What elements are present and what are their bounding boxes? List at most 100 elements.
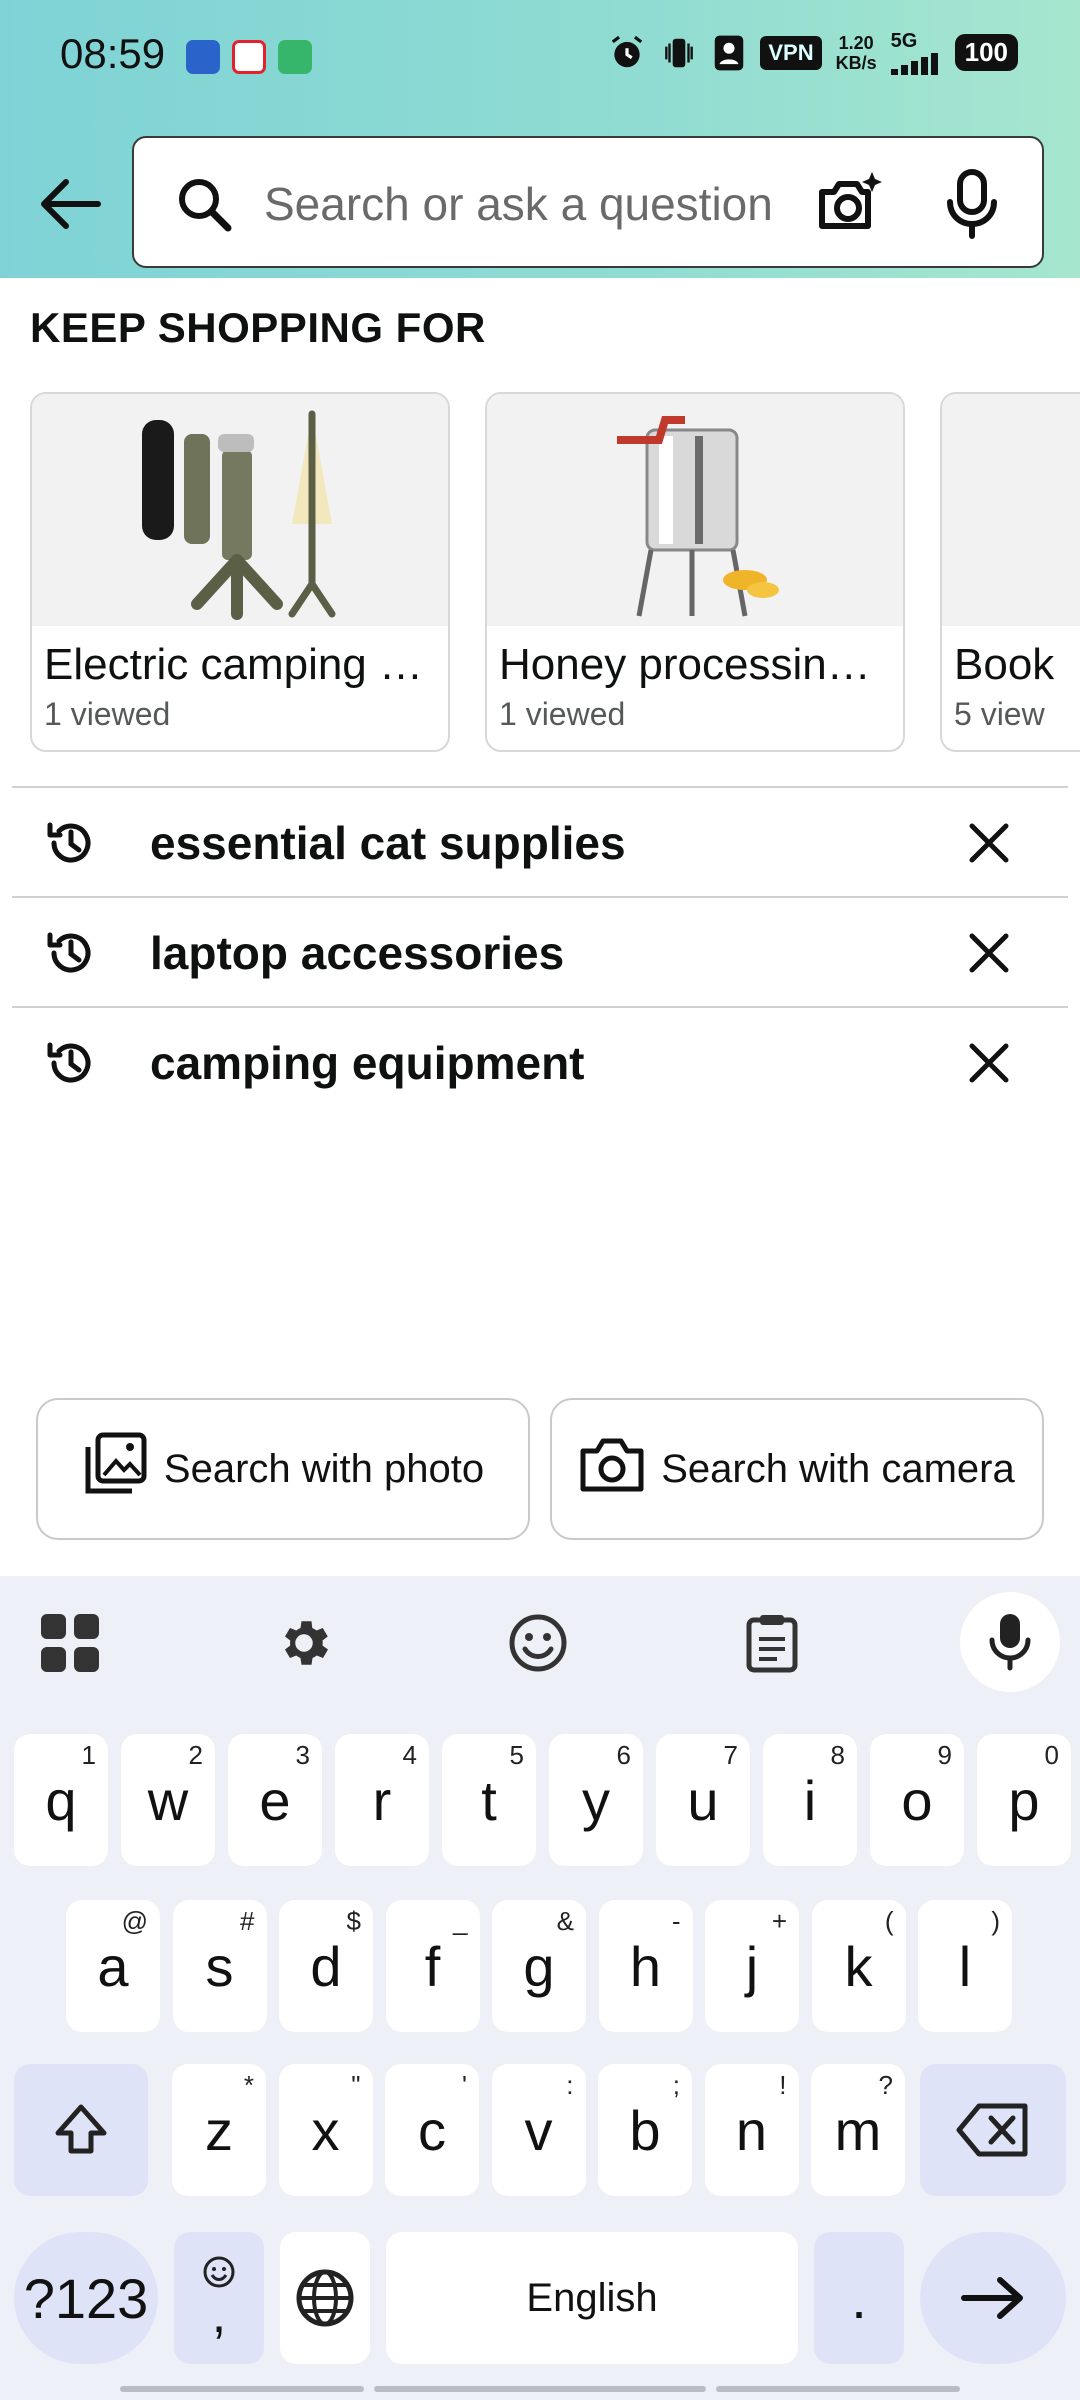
back-button[interactable] [30,164,110,244]
key-o-hint: 9 [937,1740,952,1770]
product-image [32,394,448,626]
key-c[interactable]: c ' [385,2064,479,2196]
remove-history-close-icon[interactable] [964,1038,1014,1088]
key-y[interactable]: y6 [549,1734,643,1866]
key-d-label: d [310,1934,342,1998]
key-h[interactable]: h- [598,1900,693,2032]
key-k[interactable]: k( [811,1900,906,2032]
camera-ai-icon[interactable] [814,168,886,240]
key-s-hint: # [240,1906,255,1936]
product-card[interactable]: Electric camping … 1 viewed [30,392,450,752]
key-x-hint: " [351,2070,361,2100]
battery-indicator: 100 [954,34,1018,71]
key-f[interactable]: f _ [385,1900,480,2032]
key-o-label: o [901,1768,933,1832]
back-arrow-icon [41,179,101,229]
voice-input-microphone-icon[interactable] [960,1592,1060,1692]
key-i-label: i [803,1768,817,1832]
language-key[interactable] [280,2232,370,2364]
shift-arrow-icon [55,2104,107,2154]
key-p-label: p [1008,1768,1040,1832]
key-b[interactable]: b; [598,2064,692,2196]
network-speed-value: 1.20 [838,32,874,53]
history-item[interactable]: camping equipment [12,1006,1068,1116]
remove-history-close-icon[interactable] [964,928,1014,978]
history-item-label: laptop accessories [150,927,565,979]
product-viewed-count: 5 view [954,696,1045,732]
key-m[interactable]: m? [811,2064,905,2196]
key-u-label: u [687,1768,719,1832]
search-with-camera-label: Search with camera [661,1446,1015,1491]
key-w[interactable]: w2 [121,1734,215,1866]
key-r[interactable]: r4 [335,1734,429,1866]
go-enter-key[interactable] [920,2232,1066,2364]
search-with-photo-button[interactable]: Search with photo [36,1398,530,1540]
settings-gear-icon[interactable] [270,1609,338,1677]
search-with-photo-label: Search with photo [163,1446,485,1491]
key-z[interactable]: z * [172,2064,266,2196]
key-q-label: q [45,1768,77,1832]
key-p[interactable]: p0 [977,1734,1071,1866]
key-w-hint: 2 [188,1740,203,1770]
red-app-notification-icon [232,40,266,74]
search-history-list: essential cat supplies laptop accessorie… [12,786,1068,1116]
status-time: 08:59 [60,30,166,77]
key-f-hint: _ [453,1906,468,1936]
key-p-hint: 0 [1044,1740,1059,1770]
clipboard-icon[interactable] [738,1609,806,1677]
key-s-label: s [205,1934,234,1998]
key-d[interactable]: d $ [279,1900,373,2032]
key-f-label: f [424,1934,441,1998]
key-l-hint: ) [991,1906,1000,1936]
gesture-navigation-bar[interactable] [120,2386,960,2392]
key-e[interactable]: e3 [228,1734,322,1866]
key-x[interactable]: x " [278,2064,373,2196]
emoji-comma-key[interactable]: , [174,2232,264,2364]
key-o[interactable]: o9 [870,1734,964,1866]
apps-grid-icon[interactable] [36,1609,104,1677]
backspace-key[interactable] [920,2064,1066,2196]
key-t[interactable]: t5 [442,1734,536,1866]
microphone-icon[interactable] [942,168,1002,240]
key-l-label: l [958,1934,972,1998]
period-key-label: . [851,2266,867,2330]
go-arrow-icon [961,2277,1023,2319]
globe-icon [296,2269,354,2327]
search-bar[interactable] [132,136,1044,268]
key-l[interactable]: l) [918,1900,1012,2032]
history-item-label: camping equipment [150,1037,585,1089]
key-h-label: h [629,1934,662,1998]
key-s[interactable]: s # [172,1900,267,2032]
symbols-key[interactable]: ?123 [14,2232,158,2364]
key-r-hint: 4 [402,1740,417,1770]
key-j[interactable]: j + [705,1900,799,2032]
key-u-hint: 7 [723,1740,738,1770]
history-item[interactable]: laptop accessories [12,896,1068,1006]
key-n[interactable]: n! [704,2064,799,2196]
product-card[interactable]: Honey processin… 1 viewed [485,392,905,752]
history-item[interactable]: essential cat supplies [12,786,1068,896]
key-x-label: x [311,2098,340,2162]
key-g[interactable]: g & [492,1900,586,2032]
product-card[interactable]: Book 5 view [940,392,1080,752]
key-i[interactable]: i8 [763,1734,857,1866]
key-v[interactable]: v: [491,2064,586,2196]
period-key[interactable]: . [814,2232,904,2364]
key-a-hint: @ [121,1906,148,1936]
key-a[interactable]: a @ [66,1900,160,2032]
key-e-hint: 3 [295,1740,310,1770]
key-q-hint: 1 [81,1740,96,1770]
comma-label: , [211,2286,227,2344]
keep-shopping-carousel[interactable]: Electric camping … 1 viewed Honey proces… [30,392,1080,754]
key-u[interactable]: u7 [656,1734,750,1866]
keyboard-toolbar [0,1576,1080,1706]
key-q[interactable]: q1 [14,1734,108,1866]
search-with-camera-button[interactable]: Search with camera [550,1398,1044,1540]
product-image [487,394,903,626]
shift-key[interactable] [14,2064,148,2196]
space-key[interactable]: English [386,2232,798,2364]
key-r-label: r [372,1768,392,1832]
history-icon [44,1037,96,1089]
emoji-icon[interactable] [504,1609,572,1677]
remove-history-close-icon[interactable] [964,818,1014,868]
